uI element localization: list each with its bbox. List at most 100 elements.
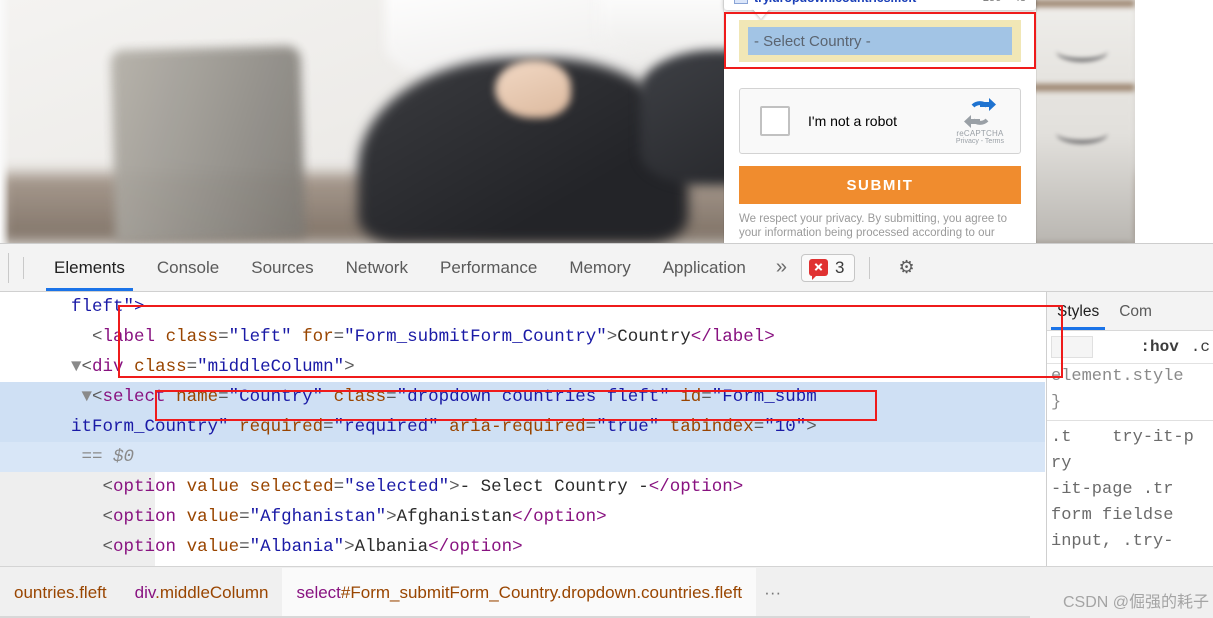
o1-gt: >	[449, 477, 460, 497]
tab-network[interactable]: Network	[330, 245, 424, 291]
o1-a1: value	[186, 477, 240, 497]
o3-tag: option	[113, 537, 177, 557]
tab-sources[interactable]: Sources	[235, 245, 329, 291]
css-rule-line-2[interactable]: ry	[1047, 451, 1213, 477]
o1-v2: "selected"	[344, 477, 450, 497]
devtools-inspect-gutter[interactable]	[0, 252, 9, 283]
dom-line-label[interactable]: <label class="left" for="Form_submitForm…	[0, 322, 1045, 352]
lbl-v1: "left"	[228, 327, 292, 347]
div-tag: div	[92, 357, 124, 377]
styles-divider	[1047, 420, 1213, 421]
recaptcha-brand-text: reCAPTCHA	[956, 128, 1004, 138]
lbl-text: Country	[617, 327, 691, 347]
sel-a4: required	[239, 417, 324, 437]
tab-computed[interactable]: Com	[1109, 293, 1162, 330]
o2-v1: "Afghanistan"	[249, 507, 387, 527]
breadcrumb-div-tag: div	[134, 583, 156, 602]
css-rule-line-1[interactable]: .t try-it-p	[1047, 425, 1213, 451]
lbl-lt: <	[92, 327, 103, 347]
lbl-a1: class	[165, 327, 219, 347]
tab-console[interactable]: Console	[141, 245, 235, 291]
o3-a1: value	[186, 537, 240, 557]
sel-a5: aria-required	[449, 417, 586, 437]
lbl-v2: "Form_submitForm_Country"	[344, 327, 607, 347]
o1-tag: option	[113, 477, 177, 497]
element-style-close-brace: }	[1051, 393, 1062, 412]
sel-v2: "dropdown countries fleft"	[396, 387, 670, 407]
more-tabs-icon[interactable]: »	[762, 256, 801, 279]
tab-memory[interactable]: Memory	[553, 245, 646, 291]
hover-state-button[interactable]: :hov	[1140, 338, 1178, 356]
styles-pane-tabs: Styles Com	[1047, 292, 1213, 331]
tabbar-divider-2	[869, 256, 871, 279]
photo-drawer-handle-2	[1056, 122, 1108, 144]
sel-v4: "required"	[333, 417, 439, 437]
sel-gt: >	[806, 417, 817, 437]
div-arrow-icon[interactable]: ▼	[71, 357, 82, 377]
tabbar-divider	[23, 256, 24, 279]
dom-line-option-albania[interactable]: <option value="Albania">Albania</option>	[0, 532, 1045, 562]
recaptcha-label: I'm not a robot	[808, 113, 898, 129]
dom-tree[interactable]: fleft"> <label class="left" for="Form_su…	[0, 292, 1045, 570]
styles-filter-toolbar: :hov .c	[1047, 331, 1213, 364]
dom-line-select-part1[interactable]: ▼<select name="Country" class="dropdown …	[0, 382, 1045, 412]
devtools-tabbar: Elements Console Sources Network Perform…	[0, 244, 1213, 292]
sel-a6: tabindex	[669, 417, 754, 437]
div-v1: "middleColumn"	[197, 357, 345, 377]
error-count-value: 3	[835, 257, 845, 277]
console-ref-text: == $0	[81, 447, 135, 467]
sel-tag: select	[102, 387, 166, 407]
lbl-closetag: </label>	[690, 327, 775, 347]
dom-text-fleft: fleft">	[71, 297, 145, 317]
element-style-rule[interactable]: element.style	[1047, 364, 1213, 390]
dom-line-fleft[interactable]: fleft">	[0, 292, 1045, 322]
o3-gt: >	[344, 537, 355, 557]
dom-line-div[interactable]: ▼<div class="middleColumn">	[0, 352, 1045, 382]
sel-v6: "10"	[764, 417, 807, 437]
breadcrumb-item-select[interactable]: select#Form_submitForm_Country.dropdown.…	[282, 568, 757, 618]
tab-performance[interactable]: Performance	[424, 245, 553, 291]
sel-a1: name	[176, 387, 219, 407]
breadcrumb: ountries.fleft div.middleColumn select#F…	[0, 566, 1213, 618]
tab-application[interactable]: Application	[647, 245, 762, 291]
dom-line-option-select[interactable]: <option value selected="selected">- Sele…	[0, 472, 1045, 502]
dom-line-console-ref: == $0	[0, 442, 1045, 472]
breadcrumb-item-div[interactable]: div.middleColumn	[121, 568, 283, 618]
photo-drawer-handle-1	[1056, 40, 1108, 62]
dom-line-select-part2[interactable]: itForm_Country" required="required" aria…	[0, 412, 1045, 442]
css-rule-line-5[interactable]: input, .try-	[1047, 529, 1213, 555]
tab-elements[interactable]: Elements	[38, 245, 141, 291]
recaptcha-checkbox[interactable]	[760, 106, 790, 136]
error-count-badge[interactable]: 3	[801, 253, 856, 282]
css-rule-line-3[interactable]: -it-page .tr	[1047, 477, 1213, 503]
photo-dresser-line-mid	[1032, 84, 1135, 91]
lbl-tag: label	[102, 327, 156, 347]
class-filter-button[interactable]: .c	[1191, 338, 1210, 356]
dom-line-option-afghanistan[interactable]: <option value="Afghanistan">Afghanistan<…	[0, 502, 1045, 532]
browser-viewport: try.dropdown.countries.fleft 256 × 48 - …	[0, 0, 1213, 243]
tab-styles[interactable]: Styles	[1047, 293, 1109, 330]
viewport-right-margin	[1135, 0, 1213, 243]
styles-filter-input[interactable]	[1051, 336, 1093, 358]
breadcrumb-overflow-icon[interactable]: ···	[756, 583, 789, 603]
inspect-tooltip-selector: try.dropdown.countries.fleft	[754, 0, 916, 5]
o2-tag: option	[113, 507, 177, 527]
submit-button[interactable]: SUBMIT	[739, 166, 1021, 204]
o2-closetag: </option>	[512, 507, 607, 527]
breadcrumb-item-parent[interactable]: ountries.fleft	[0, 568, 121, 618]
o3-v1: "Albania"	[249, 537, 345, 557]
css-rule-line-4[interactable]: form fieldse	[1047, 503, 1213, 529]
error-icon	[809, 259, 829, 280]
photo-laptop	[110, 45, 306, 243]
o1-lt: <	[102, 477, 114, 497]
recaptcha-widget[interactable]: I'm not a robot reCAPTCHA Privacy - Term…	[739, 88, 1021, 154]
sel-v3-cont: itForm_Country"	[71, 417, 229, 437]
breadcrumb-parent-class: ountries.fleft	[14, 583, 107, 602]
lbl-a2: for	[302, 327, 334, 347]
sel-a2: class	[333, 387, 387, 407]
gear-icon[interactable]: ⚙	[898, 257, 914, 278]
styles-pane: Styles Com :hov .c element.style } .t tr…	[1046, 292, 1213, 570]
o1-closetag: </option>	[648, 477, 744, 497]
recaptcha-branding: reCAPTCHA Privacy - Terms	[956, 97, 1004, 145]
select-arrow-icon[interactable]: ▼	[82, 387, 93, 407]
